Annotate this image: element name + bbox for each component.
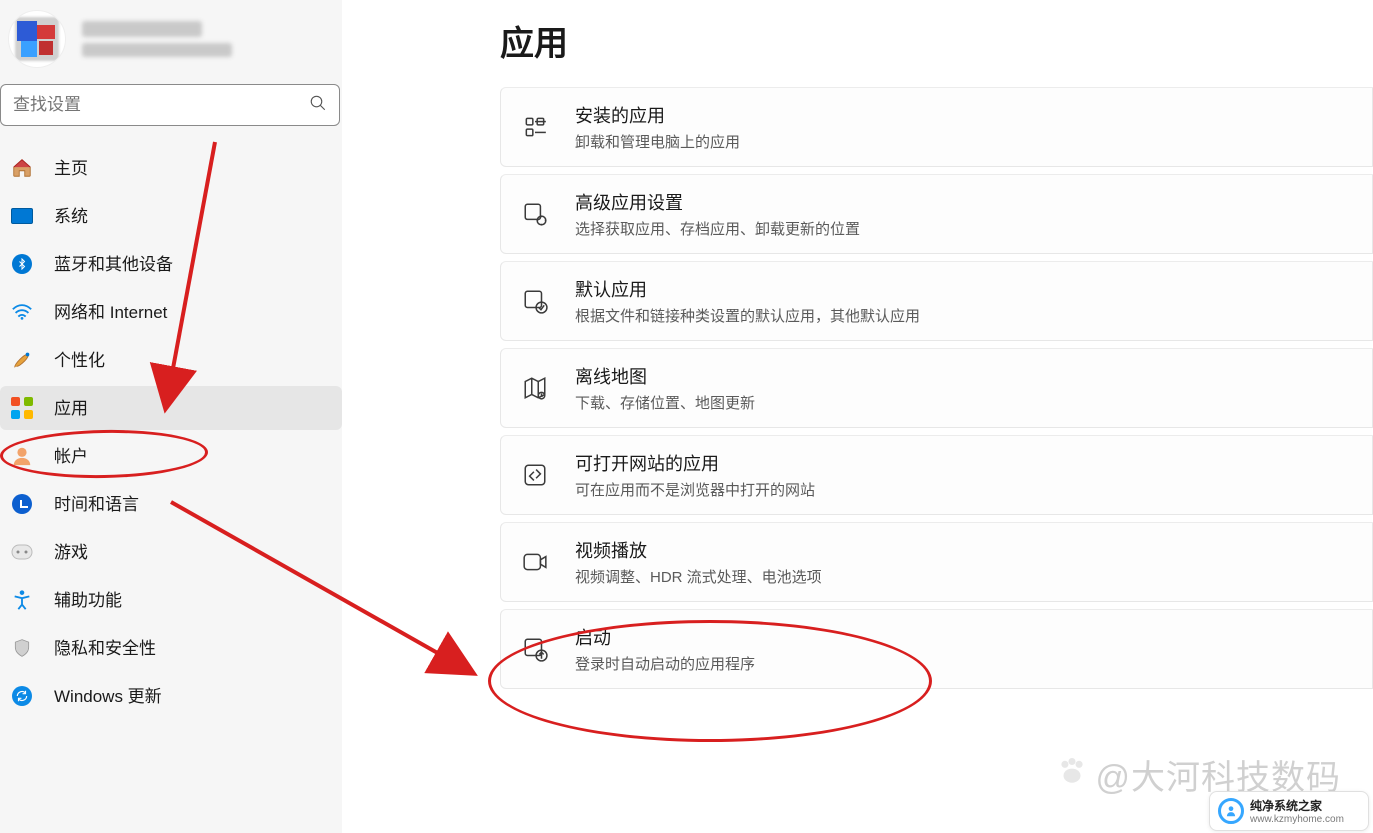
paw-icon <box>1055 753 1089 796</box>
avatar <box>8 10 66 68</box>
sidebar-item-label: 隐私和安全性 <box>54 640 156 657</box>
sidebar-item-accounts[interactable]: 帐户 <box>0 434 342 478</box>
settings-content: 应用 安装的应用 卸载和管理电脑上的应用 高级应用 <box>342 0 1373 833</box>
profile-name-redacted <box>82 21 232 57</box>
card-title: 安装的应用 <box>575 102 740 128</box>
card-offline-maps[interactable]: 离线地图 下载、存储位置、地图更新 <box>500 348 1373 428</box>
sidebar-item-label: 主页 <box>54 160 88 177</box>
card-desc: 根据文件和链接种类设置的默认应用，其他默认应用 <box>575 305 920 326</box>
sidebar-item-personalization[interactable]: 个性化 <box>0 338 342 382</box>
search-settings[interactable] <box>0 84 340 126</box>
card-desc: 视频调整、HDR 流式处理、电池选项 <box>575 566 822 587</box>
sidebar-item-label: 个性化 <box>54 352 105 369</box>
privacy-icon <box>10 636 34 660</box>
card-title: 启动 <box>575 624 755 650</box>
card-default-apps[interactable]: 默认应用 根据文件和链接种类设置的默认应用，其他默认应用 <box>500 261 1373 341</box>
sidebar-item-label: 蓝牙和其他设备 <box>54 256 173 273</box>
gaming-icon <box>10 540 34 564</box>
card-title: 高级应用设置 <box>575 189 860 215</box>
card-desc: 登录时自动启动的应用程序 <box>575 653 755 674</box>
installed-apps-icon <box>521 113 549 141</box>
card-title: 默认应用 <box>575 276 920 302</box>
apps-icon <box>10 396 34 420</box>
sidebar-item-label: 帐户 <box>54 448 88 465</box>
time-language-icon <box>10 492 34 516</box>
card-title: 离线地图 <box>575 363 755 389</box>
sidebar-item-apps[interactable]: 应用 <box>0 386 342 430</box>
default-apps-icon <box>521 287 549 315</box>
card-title: 视频播放 <box>575 537 822 563</box>
startup-icon <box>521 635 549 663</box>
sidebar-item-windows-update[interactable]: Windows 更新 <box>0 674 342 718</box>
settings-nav: 主页 系统 蓝牙和其他设备 网络和 Internet <box>0 138 342 720</box>
card-title: 可打开网站的应用 <box>575 450 815 476</box>
sidebar-item-bluetooth[interactable]: 蓝牙和其他设备 <box>0 242 342 286</box>
brand-logo-icon <box>1218 798 1244 824</box>
card-apps-for-websites[interactable]: 可打开网站的应用 可在应用而不是浏览器中打开的网站 <box>500 435 1373 515</box>
personalization-icon <box>10 348 34 372</box>
network-icon <box>10 300 34 324</box>
card-video-playback[interactable]: 视频播放 视频调整、HDR 流式处理、电池选项 <box>500 522 1373 602</box>
advanced-app-settings-icon <box>521 200 549 228</box>
watermark-brand-url: www.kzmyhome.com <box>1250 814 1344 825</box>
sidebar-item-label: 网络和 Internet <box>54 304 167 321</box>
sidebar-item-label: 辅助功能 <box>54 592 122 609</box>
card-desc: 可在应用而不是浏览器中打开的网站 <box>575 479 815 500</box>
card-advanced-app-settings[interactable]: 高级应用设置 选择获取应用、存档应用、卸载更新的位置 <box>500 174 1373 254</box>
sidebar-item-accessibility[interactable]: 辅助功能 <box>0 578 342 622</box>
sidebar-item-label: 时间和语言 <box>54 496 139 513</box>
settings-sidebar: 主页 系统 蓝牙和其他设备 网络和 Internet <box>0 0 342 833</box>
card-startup[interactable]: 启动 登录时自动启动的应用程序 <box>500 609 1373 689</box>
watermark-brand-name: 纯净系统之家 <box>1250 797 1344 814</box>
sidebar-item-privacy[interactable]: 隐私和安全性 <box>0 626 342 670</box>
watermark-brand: 纯净系统之家 www.kzmyhome.com <box>1209 791 1369 831</box>
video-playback-icon <box>521 548 549 576</box>
card-desc: 下载、存储位置、地图更新 <box>575 392 755 413</box>
windows-update-icon <box>10 684 34 708</box>
sidebar-item-time-language[interactable]: 时间和语言 <box>0 482 342 526</box>
apps-for-websites-icon <box>521 461 549 489</box>
sidebar-item-label: Windows 更新 <box>54 688 162 705</box>
offline-maps-icon <box>521 374 549 402</box>
card-installed-apps[interactable]: 安装的应用 卸载和管理电脑上的应用 <box>500 87 1373 167</box>
accessibility-icon <box>10 588 34 612</box>
sidebar-item-label: 应用 <box>54 400 88 417</box>
bluetooth-icon <box>10 252 34 276</box>
system-icon <box>10 204 34 228</box>
accounts-icon <box>10 444 34 468</box>
sidebar-item-system[interactable]: 系统 <box>0 194 342 238</box>
card-desc: 卸载和管理电脑上的应用 <box>575 131 740 152</box>
sidebar-item-label: 游戏 <box>54 544 88 561</box>
search-input[interactable] <box>13 95 309 115</box>
sidebar-item-network[interactable]: 网络和 Internet <box>0 290 342 334</box>
sidebar-item-label: 系统 <box>54 208 88 225</box>
page-title: 应用 <box>500 16 1373 65</box>
home-icon <box>10 156 34 180</box>
sidebar-item-gaming[interactable]: 游戏 <box>0 530 342 574</box>
sidebar-item-home[interactable]: 主页 <box>0 146 342 190</box>
card-desc: 选择获取应用、存档应用、卸载更新的位置 <box>575 218 860 239</box>
search-icon <box>309 94 327 117</box>
settings-card-list: 安装的应用 卸载和管理电脑上的应用 高级应用设置 选择获取应用、存档应用、卸载更… <box>500 87 1373 689</box>
user-profile[interactable] <box>0 4 342 84</box>
